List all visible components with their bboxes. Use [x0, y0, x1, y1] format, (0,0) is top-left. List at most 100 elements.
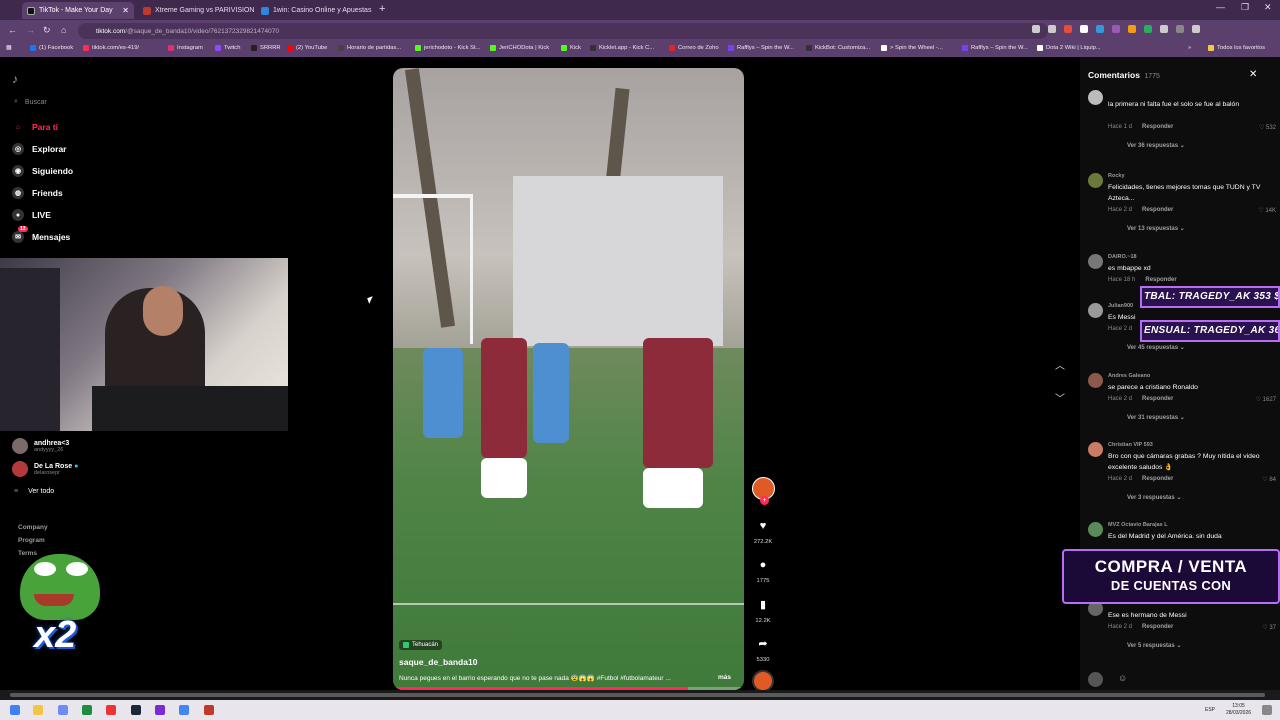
- comment-like-button[interactable]: ♡ 532: [1259, 124, 1276, 131]
- app-icon[interactable]: [58, 705, 68, 715]
- bookmark-item[interactable]: Dota 2 Wiki | Liquip...: [1037, 45, 1101, 51]
- home-page-icon[interactable]: ⌂: [61, 25, 66, 35]
- previous-video-icon[interactable]: ︿: [1055, 357, 1065, 372]
- opera-icon[interactable]: [106, 705, 116, 715]
- sidebar-item-live[interactable]: ● LIVE: [12, 209, 51, 221]
- more-menu-icon[interactable]: [1192, 25, 1200, 33]
- extension-icon[interactable]: [1080, 25, 1088, 33]
- creator-avatar[interactable]: +: [752, 477, 775, 505]
- tab-close-icon[interactable]: ✕: [118, 6, 129, 15]
- bookmark-item[interactable]: SRRRR: [251, 45, 281, 51]
- tab-1win[interactable]: 1win: Casino Online y Apuestas ✕: [256, 2, 374, 19]
- more-bookmarks-icon[interactable]: »: [1188, 45, 1191, 51]
- notifications-icon[interactable]: [1262, 705, 1272, 715]
- file-explorer-icon[interactable]: [33, 705, 43, 715]
- apps-grid-icon[interactable]: ▦: [6, 45, 11, 51]
- view-replies-button[interactable]: Ver 5 respuestas ⌄: [1127, 642, 1181, 649]
- cast-icon[interactable]: [1032, 25, 1040, 33]
- reload-icon[interactable]: ↻: [43, 25, 51, 36]
- maximize-icon[interactable]: ❐: [1241, 2, 1249, 13]
- tab-close-icon[interactable]: ✕: [371, 6, 374, 15]
- like-button[interactable]: ♥ 272.2K: [750, 520, 776, 545]
- bookmark-item[interactable]: (2) YouTube: [287, 45, 327, 51]
- commenter-avatar[interactable]: [1088, 303, 1103, 318]
- emoji-icon[interactable]: ☺: [1118, 673, 1127, 683]
- sidebar-item-explorar[interactable]: ◎ Explorar: [12, 143, 67, 155]
- horizontal-scrollbar[interactable]: [0, 690, 1280, 700]
- commenter-name[interactable]: MVZ Octavio Barajas L: [1108, 522, 1168, 528]
- close-comments-icon[interactable]: ✕: [1249, 69, 1257, 80]
- back-icon[interactable]: ←: [8, 25, 17, 35]
- steam-icon[interactable]: [131, 705, 141, 715]
- reply-button[interactable]: Responder: [1145, 277, 1176, 283]
- sidebar-item-mensajes[interactable]: ✉ Mensajes 12: [12, 226, 70, 243]
- bookmark-item[interactable]: Rafflys – Spin the W...: [962, 45, 1028, 51]
- extension-icon[interactable]: [1096, 25, 1104, 33]
- bookmark-item[interactable]: Horario de partidas...: [338, 45, 401, 51]
- extension-icon[interactable]: [1128, 25, 1136, 33]
- comment-like-button[interactable]: ♡ 1627: [1256, 396, 1276, 403]
- sound-disc-icon[interactable]: [752, 670, 774, 692]
- view-replies-button[interactable]: Ver 31 respuestas ⌄: [1127, 414, 1185, 421]
- forward-icon[interactable]: →: [26, 25, 35, 35]
- extension-icon[interactable]: [1112, 25, 1120, 33]
- bookmark-item[interactable]: Kick: [561, 45, 581, 51]
- view-replies-button[interactable]: Ver 36 respuestas ⌄: [1127, 142, 1185, 149]
- share-button[interactable]: ➦ 5330: [750, 637, 776, 663]
- bookmark-item[interactable]: JeriCHODota | Kick: [490, 45, 549, 51]
- reply-button[interactable]: Responder: [1142, 624, 1173, 630]
- reply-button[interactable]: Responder: [1142, 124, 1173, 130]
- profile-avatar[interactable]: [1176, 25, 1184, 33]
- suggested-account[interactable]: De La Rose ● delarosepr: [12, 461, 78, 477]
- comment-like-button[interactable]: ♡ 37: [1262, 624, 1276, 631]
- bookmark-item[interactable]: Twitch: [215, 45, 240, 51]
- commenter-avatar[interactable]: [1088, 522, 1103, 537]
- bookmark-item[interactable]: Rafflys – Spin the W...: [728, 45, 794, 51]
- comment-like-button[interactable]: ♡ 14K: [1258, 207, 1276, 214]
- footer-link-company[interactable]: Company: [18, 521, 48, 534]
- clock[interactable]: 13:05 28/03/2026: [1226, 703, 1251, 717]
- commenter-name[interactable]: Rocky: [1108, 173, 1125, 179]
- chrome-icon[interactable]: [179, 705, 189, 715]
- bookmark-item[interactable]: tiktok.com/es-419/: [83, 45, 139, 51]
- bookmark-item[interactable]: Kicklet.app - Kick C...: [590, 45, 654, 51]
- bookmark-item[interactable]: Correo de Zoho: [669, 45, 719, 51]
- new-tab-icon[interactable]: +: [379, 3, 385, 15]
- next-video-icon[interactable]: ﹀: [1055, 390, 1065, 405]
- view-replies-button[interactable]: Ver 13 respuestas ⌄: [1127, 225, 1185, 232]
- search-input[interactable]: ⌕ Buscar: [14, 98, 47, 106]
- bookmark-item[interactable]: KickBot: Customiza...: [806, 45, 870, 51]
- see-all-button[interactable]: ≡ Ver todo: [14, 488, 54, 495]
- video-username[interactable]: saque_de_banda10: [399, 657, 477, 667]
- comment-like-button[interactable]: ♡ 84: [1262, 476, 1276, 483]
- tab-xtreme-gaming[interactable]: Xtreme Gaming vs PARIVISION ✕: [138, 2, 258, 19]
- bookmark-item[interactable]: > Spin the Wheel -...: [881, 45, 943, 51]
- obs-icon[interactable]: [155, 705, 165, 715]
- close-window-icon[interactable]: ✕: [1264, 2, 1272, 13]
- sidebar-item-para-ti[interactable]: ⌂ Para ti: [12, 121, 58, 133]
- bookmark-item[interactable]: (1) Facebook: [30, 45, 73, 51]
- location-badge[interactable]: Tehuacán: [399, 640, 443, 650]
- reply-button[interactable]: Responder: [1142, 396, 1173, 402]
- windows-start-icon[interactable]: [10, 705, 20, 715]
- tab-tiktok[interactable]: TikTok - Make Your Day ✕: [22, 2, 134, 19]
- commenter-avatar[interactable]: [1088, 373, 1103, 388]
- bookmark-star-icon[interactable]: [1048, 25, 1056, 33]
- excel-icon[interactable]: [82, 705, 92, 715]
- extension-icon[interactable]: [1144, 25, 1152, 33]
- commenter-name[interactable]: Andres Galeano: [1108, 373, 1150, 379]
- extension-icon[interactable]: [1064, 25, 1072, 33]
- commenter-name[interactable]: Julian900: [1108, 303, 1133, 309]
- app-icon[interactable]: [204, 705, 214, 715]
- view-replies-button[interactable]: Ver 45 respuestas ⌄: [1127, 344, 1185, 351]
- all-favorites[interactable]: Todos los favoritos: [1208, 45, 1265, 51]
- save-button[interactable]: ▮ 12.2K: [750, 598, 776, 624]
- sidebar-item-friends[interactable]: ◍ Friends: [12, 187, 63, 199]
- suggested-account[interactable]: andhrea<3 andyyyy_26: [12, 438, 69, 454]
- address-bar[interactable]: tiktok.com/@saque_de_banda10/video/76213…: [78, 23, 1048, 39]
- comment-button[interactable]: ● 1775: [750, 559, 776, 584]
- commenter-avatar[interactable]: [1088, 254, 1103, 269]
- sidebar-item-siguiendo[interactable]: ◉ Siguiendo: [12, 165, 73, 177]
- minimize-icon[interactable]: —: [1216, 2, 1225, 12]
- video-player[interactable]: Tehuacán saque_de_banda10 Nunca pegues e…: [393, 68, 744, 690]
